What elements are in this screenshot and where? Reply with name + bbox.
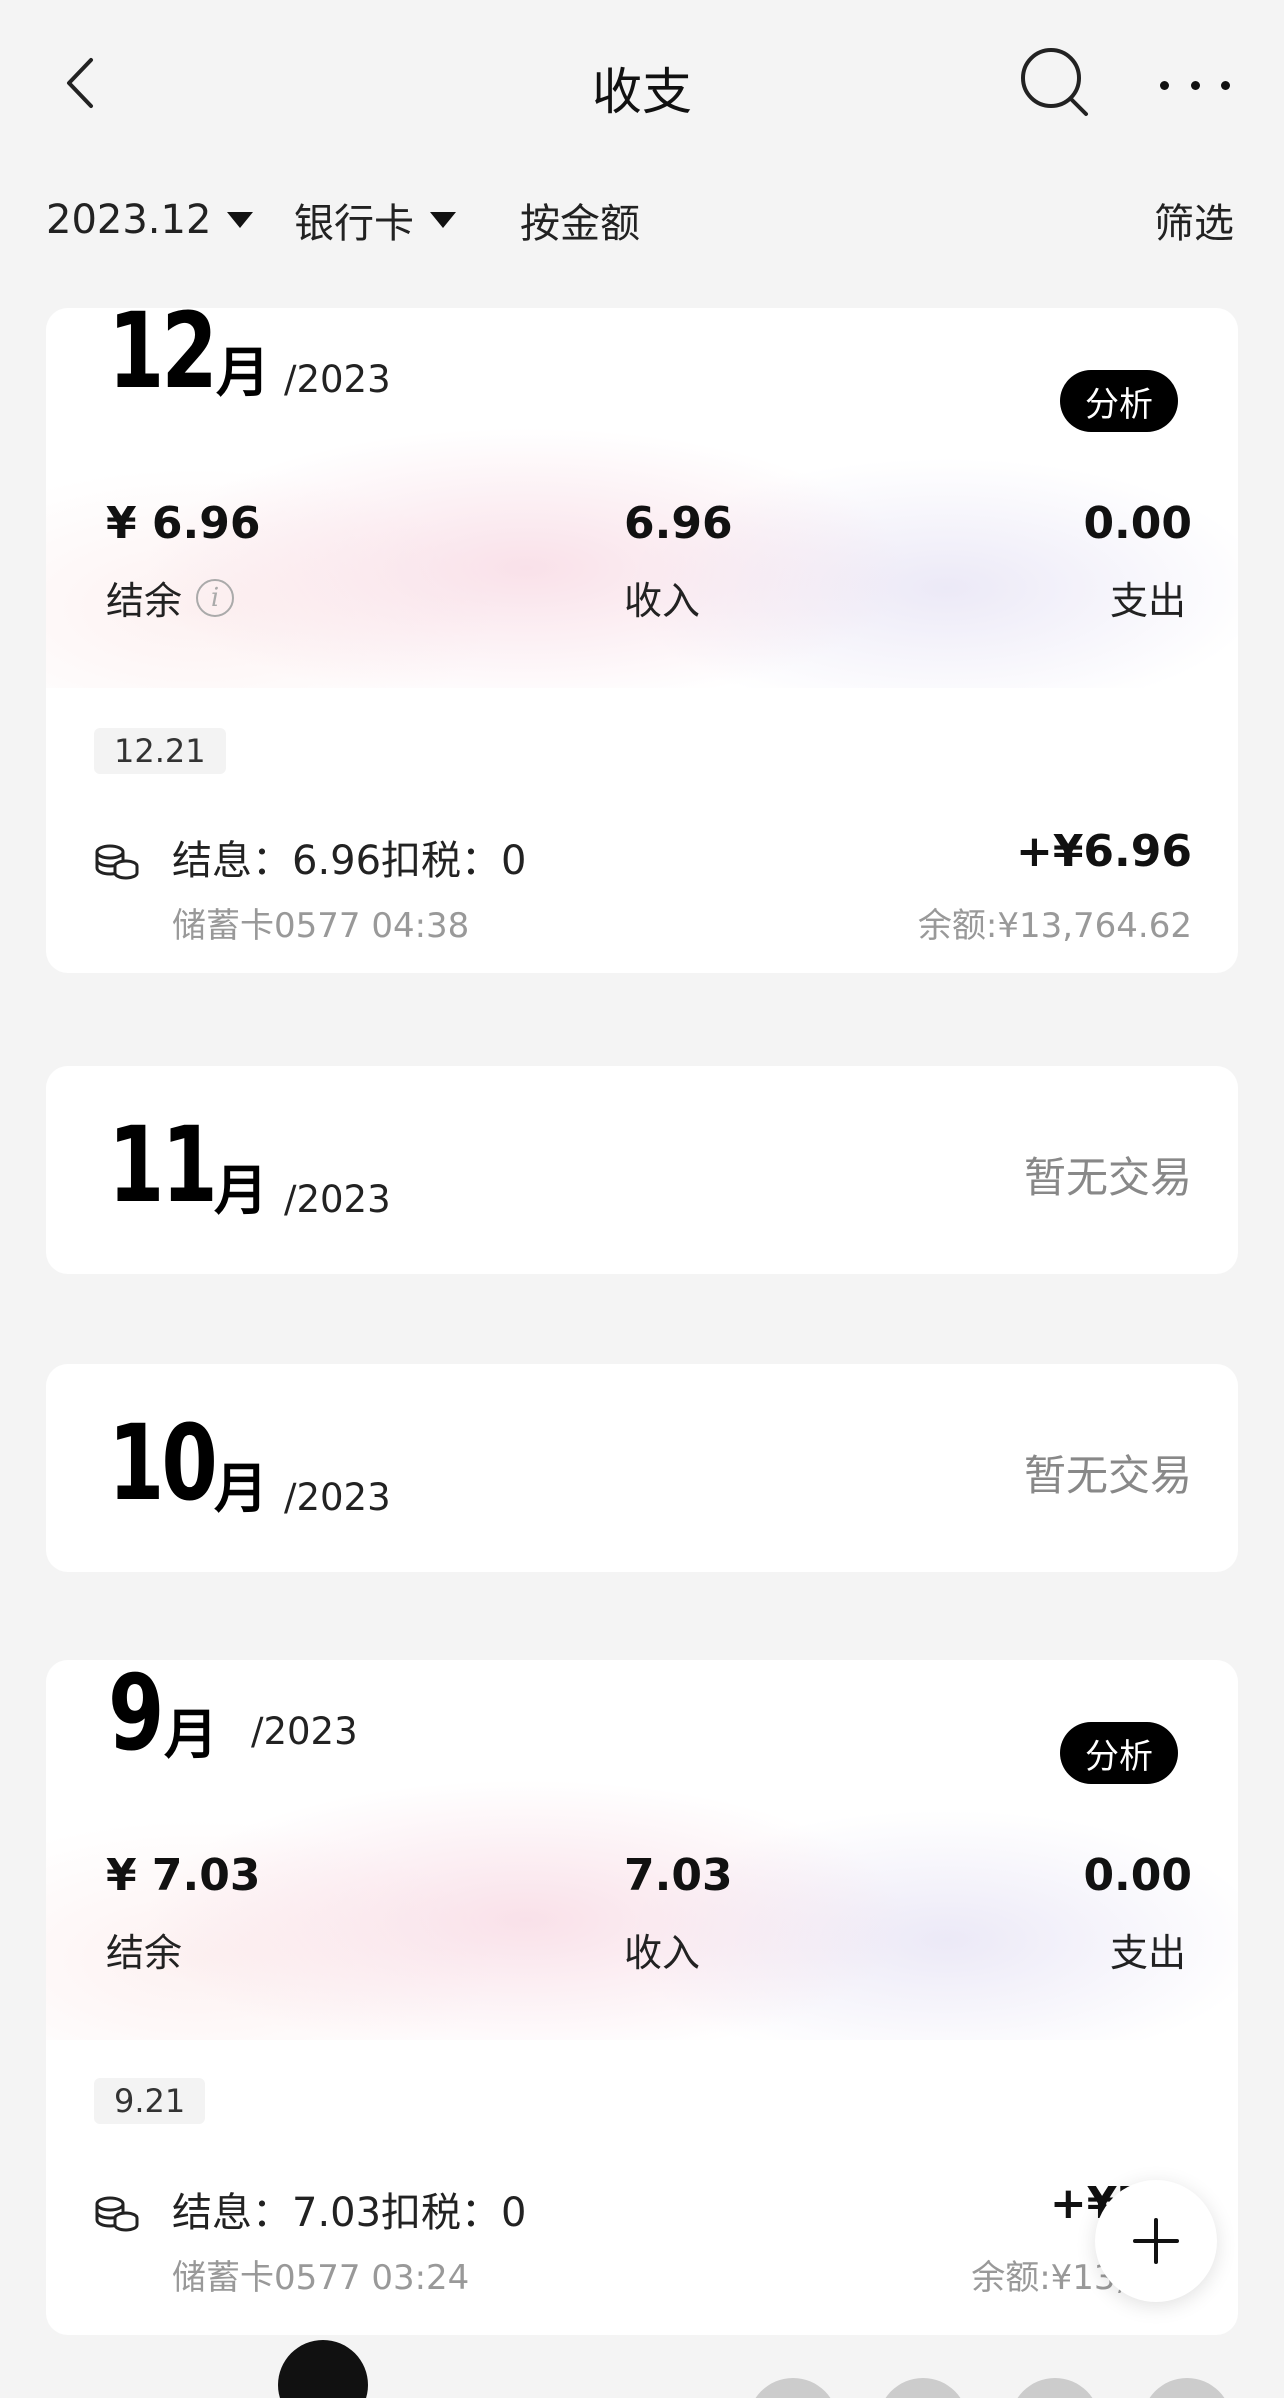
caret-down-icon	[430, 212, 456, 228]
card-type-filter[interactable]: 银行卡	[294, 185, 456, 255]
income-value: 6.96	[624, 498, 733, 549]
month-card-september: 9 月 /2023 分析 ¥ 7.03 结余 7.03 收入 0.00 支出 9…	[46, 1660, 1238, 2335]
nav-icon[interactable]	[748, 2378, 838, 2398]
nav-icon[interactable]	[878, 2378, 968, 2398]
nav-icon[interactable]	[1142, 2378, 1232, 2398]
month-char: 月	[214, 1159, 268, 1222]
add-button[interactable]	[1095, 2180, 1217, 2302]
more-button[interactable]	[1160, 55, 1230, 115]
transaction-subtitle: 储蓄卡0577 03:24	[172, 2258, 470, 2298]
date-chip: 9.21	[94, 2078, 206, 2124]
month-year: /2023	[284, 1178, 391, 1221]
more-icon-dot	[1190, 80, 1200, 90]
filter-label: 筛选	[1154, 201, 1234, 247]
month-number: 11	[108, 1104, 218, 1226]
plus-icon	[1133, 2218, 1179, 2264]
transaction-title[interactable]: 结息：7.03扣税：0	[172, 2180, 527, 2238]
more-icon-dot	[1160, 80, 1169, 90]
income-label: 收入	[624, 579, 701, 623]
month-card-october[interactable]: 10 月 /2023 暂无交易	[46, 1364, 1238, 1572]
month-char: 月	[164, 1703, 218, 1766]
nav-icon[interactable]	[1010, 2378, 1100, 2398]
month-number: 10	[108, 1402, 218, 1524]
balance-label: 结余	[106, 579, 183, 623]
filter-bar: 2023.12 银行卡 按金额 筛选	[0, 185, 1284, 255]
month-card-december: 12 月 /2023 分析 ¥ 6.96 结余 i 6.96 收入 0.00 支…	[46, 308, 1238, 973]
filter-button[interactable]: 筛选	[1154, 185, 1234, 255]
sort-label: 按金额	[520, 201, 640, 247]
month-year: /2023	[251, 1710, 358, 1753]
empty-state-text: 暂无交易	[1023, 1153, 1192, 1202]
transaction-subtitle: 储蓄卡0577 04:38	[172, 906, 470, 946]
income-value: 7.03	[624, 1850, 733, 1901]
expense-value: 0.00	[1083, 498, 1192, 549]
caret-down-icon	[227, 212, 254, 228]
bottom-nav	[0, 2340, 1284, 2398]
expense-label: 支出	[1109, 1931, 1186, 1975]
transaction-balance: 余额:¥13,764.62	[917, 906, 1192, 946]
search-icon	[1021, 48, 1088, 116]
month-number: 9	[108, 1660, 164, 1774]
income-label: 收入	[624, 1931, 701, 1975]
balance-label: 结余	[106, 1931, 183, 1975]
analyze-button[interactable]: 分析	[1060, 370, 1178, 432]
month-card-november[interactable]: 11 月 /2023 暂无交易	[46, 1066, 1238, 1274]
analyze-button[interactable]: 分析	[1060, 1722, 1178, 1784]
month-year: /2023	[284, 358, 391, 401]
month-char: 月	[216, 341, 270, 404]
card-type-filter-label: 银行卡	[294, 201, 414, 247]
search-button[interactable]	[1018, 45, 1093, 120]
month-year: /2023	[284, 1476, 391, 1519]
expense-label: 支出	[1109, 579, 1186, 623]
date-chip: 12.21	[94, 728, 226, 774]
nav-home-icon[interactable]	[278, 2340, 368, 2398]
coins-icon	[95, 844, 139, 880]
info-icon[interactable]: i	[196, 578, 235, 617]
more-icon-dot	[1221, 80, 1230, 90]
month-char: 月	[214, 1457, 268, 1520]
empty-state-text: 暂无交易	[1023, 1451, 1192, 1500]
balance-label-row: 结余 i	[106, 570, 235, 625]
expense-value: 0.00	[1083, 1850, 1192, 1901]
transaction-title[interactable]: 结息：6.96扣税：0	[172, 828, 527, 886]
sort-by-amount[interactable]: 按金额	[520, 185, 640, 255]
transaction-amount: +¥6.96	[1015, 826, 1192, 877]
balance-value: ¥ 7.03	[106, 1850, 261, 1901]
coins-icon	[95, 2196, 139, 2232]
month-filter-label: 2023.12	[46, 197, 212, 243]
month-filter[interactable]: 2023.12	[46, 185, 254, 255]
top-bar: 收支	[0, 0, 1284, 170]
month-number: 12	[108, 308, 218, 412]
balance-value: ¥ 6.96	[106, 498, 261, 549]
